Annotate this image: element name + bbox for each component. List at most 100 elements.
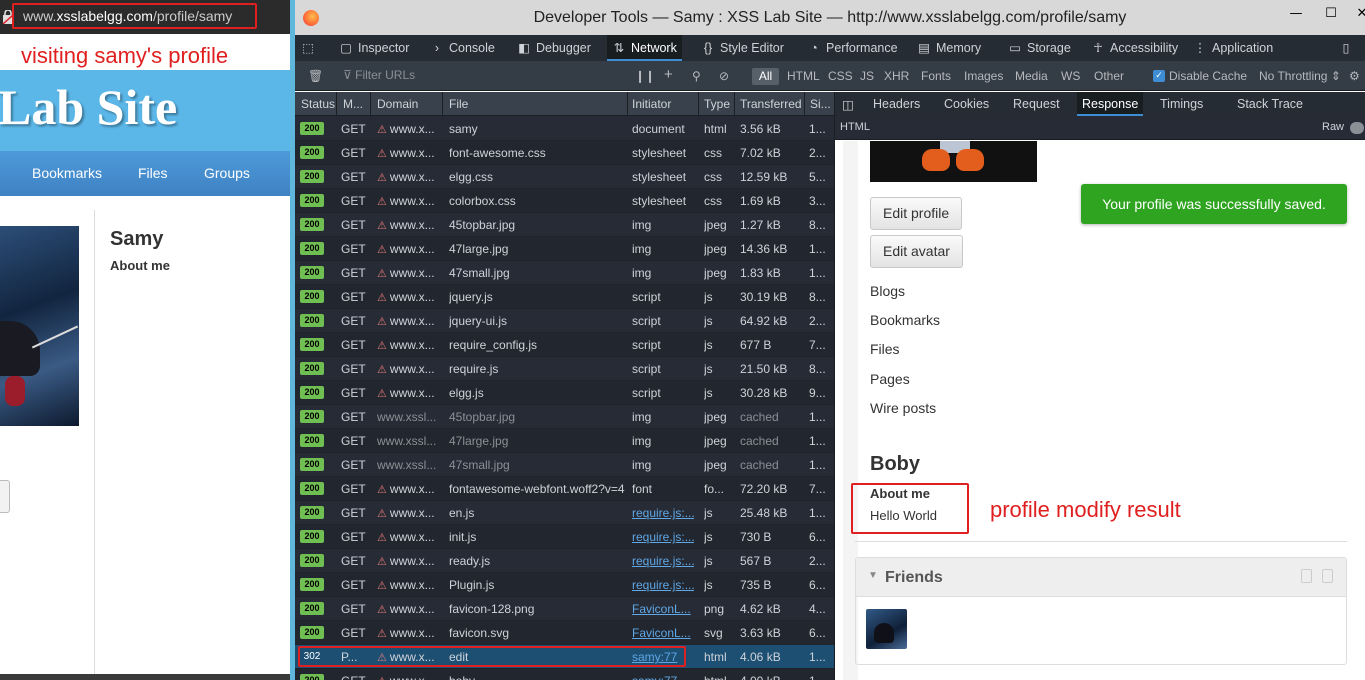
widget-delete-icon[interactable] bbox=[1322, 569, 1333, 583]
link-files[interactable]: Files bbox=[870, 341, 900, 357]
settings-gear-icon[interactable]: ⚙ bbox=[1349, 69, 1360, 83]
cell-initiator[interactable]: require.js:... bbox=[632, 530, 694, 544]
tab-debugger[interactable]: ◧ Debugger bbox=[517, 35, 591, 61]
request-row[interactable]: 200 GET ⚠ www.x... font-awesome.css styleshe… bbox=[295, 141, 834, 165]
search-icon[interactable]: ⚲ bbox=[692, 69, 701, 83]
close-button[interactable]: ✕ bbox=[1353, 6, 1365, 22]
tab-network[interactable]: ⇅ Network bbox=[607, 35, 682, 61]
col-method[interactable]: M... bbox=[343, 97, 363, 111]
request-row[interactable]: 200 GET ⚠ www.x... Plugin.js require.js:... j… bbox=[295, 573, 834, 597]
nav-groups[interactable]: Groups bbox=[204, 165, 250, 181]
filter-media[interactable]: Media bbox=[1015, 69, 1048, 83]
request-row[interactable]: 200 GET ⚠ www.x... init.js require.js:... js 7… bbox=[295, 525, 834, 549]
cell-initiator[interactable]: require.js:... bbox=[632, 578, 694, 592]
nav-files[interactable]: Files bbox=[138, 165, 168, 181]
partial-button[interactable] bbox=[0, 480, 10, 513]
tab-performance[interactable]: ◔ Performance bbox=[807, 35, 897, 61]
link-pages[interactable]: Pages bbox=[870, 371, 910, 387]
tab-style-editor[interactable]: {} Style Editor bbox=[701, 35, 784, 61]
tab-headers[interactable]: Headers bbox=[873, 97, 920, 111]
maximize-button[interactable]: ☐ bbox=[1322, 6, 1340, 22]
pick-element-icon[interactable]: ⬚ bbox=[301, 35, 331, 61]
request-row[interactable]: 200 GET ⚠ www.x... en.js require.js:... js 25.… bbox=[295, 501, 834, 525]
col-type[interactable]: Type bbox=[704, 97, 730, 111]
disable-cache-checkbox[interactable]: ✓ bbox=[1153, 70, 1165, 82]
link-blogs[interactable]: Blogs bbox=[870, 283, 905, 299]
col-domain[interactable]: Domain bbox=[377, 97, 418, 111]
request-row[interactable]: 200 GET ⚠ www.x... require.js script js 21.50 … bbox=[295, 357, 834, 381]
filter-html[interactable]: HTML bbox=[787, 69, 820, 83]
raw-toggle[interactable] bbox=[1350, 122, 1364, 134]
col-file[interactable]: File bbox=[449, 97, 468, 111]
filter-css[interactable]: CSS bbox=[828, 69, 853, 83]
cell-initiator[interactable]: samy:77 bbox=[632, 674, 694, 680]
tab-memory[interactable]: ▤ Memory bbox=[917, 35, 981, 61]
request-row[interactable]: 200 GET ⚠ www.x... boby samy:77 html 4.00 kB 1.… bbox=[295, 669, 834, 680]
filter-images[interactable]: Images bbox=[964, 69, 1003, 83]
request-row[interactable]: 200 GET ⚠ www.x... jquery.js script js 30.19 k… bbox=[295, 285, 834, 309]
filter-all[interactable]: All bbox=[752, 68, 779, 85]
col-size[interactable]: Si... bbox=[810, 97, 831, 111]
cell-initiator[interactable]: FaviconL... bbox=[632, 602, 694, 616]
cell-initiator[interactable]: require.js:... bbox=[632, 554, 694, 568]
minimize-button[interactable]: — bbox=[1287, 6, 1305, 22]
request-row[interactable]: 200 GET ⚠ www.x... ready.js require.js:... js… bbox=[295, 549, 834, 573]
filter-js[interactable]: JS bbox=[860, 69, 874, 83]
request-row[interactable]: 200 GET ⚠ www.x... favicon.svg FaviconL... sv… bbox=[295, 621, 834, 645]
throttling-select[interactable]: No Throttling ⇕ bbox=[1259, 69, 1341, 83]
site-title[interactable]: Lab Site bbox=[0, 78, 177, 136]
edit-profile-button[interactable]: Edit profile bbox=[870, 197, 963, 230]
widget-edit-icon[interactable] bbox=[1301, 569, 1312, 583]
request-row[interactable]: 200 GET ⚠ www.x... fontawesome-webfont.woff… bbox=[295, 477, 834, 501]
tab-storage[interactable]: ▭ Storage bbox=[1008, 35, 1071, 61]
tab-timings[interactable]: Timings bbox=[1160, 97, 1203, 111]
request-row[interactable]: 200 GET www.xssl... 45topbar.jpg img jpeg cach… bbox=[295, 405, 834, 429]
add-icon[interactable]: + bbox=[664, 66, 673, 83]
tab-application[interactable]: ⋮ Application bbox=[1193, 35, 1273, 61]
filter-ws[interactable]: WS bbox=[1061, 69, 1080, 83]
request-row[interactable]: 200 GET www.xssl... 47small.jpg img jpeg cache… bbox=[295, 453, 834, 477]
link-wire-posts[interactable]: Wire posts bbox=[870, 400, 936, 416]
cell-file: Plugin.js bbox=[449, 578, 495, 592]
nav-bookmarks[interactable]: Bookmarks bbox=[32, 165, 102, 181]
col-transferred[interactable]: Transferred bbox=[740, 97, 802, 111]
request-row[interactable]: 200 GET ⚠ www.x... 47small.jpg img jpeg 1.83 k… bbox=[295, 261, 834, 285]
tab-cookies[interactable]: Cookies bbox=[944, 97, 989, 111]
request-row[interactable]: 200 GET ⚠ www.x... favicon-128.png FaviconL.… bbox=[295, 597, 834, 621]
filter-xhr[interactable]: XHR bbox=[884, 69, 909, 83]
profile-avatar[interactable] bbox=[0, 226, 79, 426]
pause-icon[interactable]: ❙❙ bbox=[635, 69, 655, 83]
cell-initiator[interactable]: require.js:... bbox=[632, 506, 694, 520]
tab-inspector[interactable]: ▢ Inspector bbox=[339, 35, 409, 61]
filter-fonts[interactable]: Fonts bbox=[921, 69, 951, 83]
block-icon[interactable]: ⊘ bbox=[719, 69, 729, 83]
tab-console[interactable]: › Console bbox=[430, 35, 495, 61]
col-initiator[interactable]: Initiator bbox=[632, 97, 671, 111]
request-row[interactable]: 200 GET ⚠ www.x... elgg.css stylesheet css 12.… bbox=[295, 165, 834, 189]
filter-other[interactable]: Other bbox=[1094, 69, 1124, 83]
tab-stack-trace[interactable]: Stack Trace bbox=[1237, 97, 1303, 111]
link-bookmarks[interactable]: Bookmarks bbox=[870, 312, 940, 328]
request-row[interactable]: 200 GET www.xssl... 47large.jpg img jpeg cache… bbox=[295, 429, 834, 453]
tab-response[interactable]: Response bbox=[1077, 92, 1144, 116]
tab-request[interactable]: Request bbox=[1013, 97, 1060, 111]
dock-icon[interactable]: ▯ bbox=[1339, 35, 1358, 61]
filter-urls-input[interactable]: ⊽ Filter URLs bbox=[339, 66, 623, 86]
collapse-arrow-icon[interactable]: ▼ bbox=[868, 570, 878, 581]
boby-avatar[interactable] bbox=[870, 141, 1037, 182]
edit-avatar-button[interactable]: Edit avatar bbox=[870, 235, 963, 268]
tab-accessibility[interactable]: ☥ Accessibility bbox=[1091, 35, 1178, 61]
request-row[interactable]: 200 GET ⚠ www.x... jquery-ui.js script js 64.9… bbox=[295, 309, 834, 333]
cell-initiator[interactable]: FaviconL... bbox=[632, 626, 694, 640]
request-row[interactable]: 200 GET ⚠ www.x... 45topbar.jpg img jpeg 1.27 … bbox=[295, 213, 834, 237]
cell-method: GET bbox=[341, 122, 366, 136]
request-row[interactable]: 200 GET ⚠ www.x... 47large.jpg img jpeg 14.36 … bbox=[295, 237, 834, 261]
friend-avatar[interactable] bbox=[866, 609, 907, 649]
sidebar-toggle-icon[interactable]: ◫ bbox=[842, 97, 854, 112]
col-status[interactable]: Status bbox=[301, 97, 335, 111]
request-row[interactable]: 200 GET ⚠ www.x... colorbox.css stylesheet cs… bbox=[295, 189, 834, 213]
trash-icon[interactable]: 🗑 bbox=[308, 69, 323, 83]
request-row[interactable]: 200 GET ⚠ www.x... elgg.js script js 30.28 kB 9… bbox=[295, 381, 834, 405]
request-row[interactable]: 200 GET ⚠ www.x... require_config.js script j… bbox=[295, 333, 834, 357]
request-row[interactable]: 200 GET ⚠ www.x... samy document html 3.56 kB 1… bbox=[295, 117, 834, 141]
